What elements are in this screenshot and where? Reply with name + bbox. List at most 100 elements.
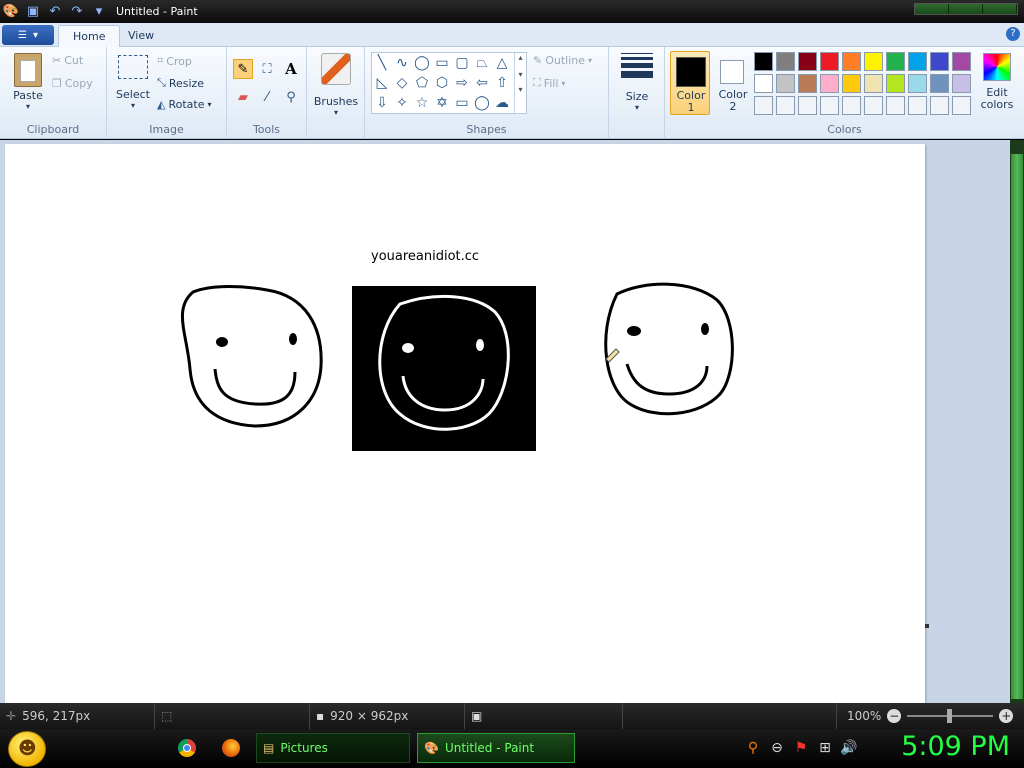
color-swatch[interactable] [886,96,905,115]
network-icon[interactable]: ⊞ [816,739,834,757]
color-swatch[interactable] [754,96,773,115]
rectangle-shape-icon[interactable]: ▭ [432,54,452,72]
help-icon[interactable]: ? [1006,27,1020,41]
shapes-gallery-scroll[interactable]: ▴ ▾ ▾ [514,53,526,113]
save-icon[interactable]: ▣ [24,3,42,21]
drawing-canvas[interactable]: youareanidiot.cc [5,144,925,703]
triangle-shape-icon[interactable]: △ [492,54,512,72]
polygon-shape-icon[interactable]: ⏢ [472,54,492,72]
magnifier-icon[interactable]: ⚲ [281,87,301,107]
color-swatch[interactable] [864,74,883,93]
redo-icon[interactable]: ↷ [68,3,86,21]
color-swatch[interactable] [952,74,971,93]
curve-shape-icon[interactable]: ∿ [392,54,412,72]
right-triangle-shape-icon[interactable]: ◺ [372,74,392,92]
paste-button[interactable]: Paste ▾ [8,53,48,111]
color-swatch[interactable] [908,74,927,93]
chrome-icon[interactable] [178,739,196,757]
taskbar-pictures-button[interactable]: ▤ Pictures [256,733,410,763]
color-swatch[interactable] [798,74,817,93]
vertical-scrollbar-thumb[interactable] [1011,154,1023,699]
zoom-slider[interactable] [907,709,994,723]
size-button[interactable]: Size ▾ [617,53,657,112]
select-button[interactable]: Select ▾ [113,55,153,110]
color-swatch[interactable] [776,96,795,115]
color-swatch[interactable] [798,96,817,115]
cloud-callout-shape-icon[interactable]: ☁ [492,94,512,112]
customize-dropdown-icon[interactable]: ▾ [90,3,108,21]
color-swatch[interactable] [754,52,773,71]
rounded-rectangle-shape-icon[interactable]: ▢ [452,54,472,72]
color-swatch[interactable] [908,52,927,71]
color-swatch[interactable] [842,52,861,71]
tab-view[interactable]: View [114,25,168,47]
close-button[interactable] [983,4,1017,14]
oval-callout-shape-icon[interactable]: ◯ [472,94,492,112]
oval-shape-icon[interactable]: ◯ [412,54,432,72]
color-swatch[interactable] [952,96,971,115]
color-swatch[interactable] [776,74,795,93]
copy-button[interactable]: ❐ Copy [52,77,93,90]
diamond-shape-icon[interactable]: ◇ [392,74,412,92]
search-icon[interactable]: ⚲ [744,739,762,757]
line-shape-icon[interactable]: ╲ [372,54,392,72]
tab-home[interactable]: Home [58,25,121,47]
color-swatch[interactable] [930,74,949,93]
fill-bucket-icon[interactable]: ⛶ [257,59,277,79]
color-swatch[interactable] [952,52,971,71]
color2-button[interactable]: Color 2 [713,51,753,115]
color-swatch[interactable] [820,52,839,71]
undo-icon[interactable]: ↶ [46,3,64,21]
fill-button[interactable]: ⛶ Fill ▾ [533,76,565,90]
color-swatch[interactable] [820,74,839,93]
start-button[interactable]: ☻ [8,731,46,767]
color-swatch[interactable] [842,74,861,93]
resize-button[interactable]: ⤡ Resize [157,76,204,90]
color-swatch[interactable] [908,96,927,115]
canvas-resize-handle[interactable] [925,624,929,628]
paint-app-icon[interactable]: 🎨 [2,3,20,21]
color-swatch[interactable] [842,96,861,115]
rect-callout-shape-icon[interactable]: ▭ [452,94,472,112]
edit-colors-button[interactable]: Edit colors [975,53,1019,115]
outline-button[interactable]: ✎ Outline ▾ [533,54,592,67]
down-arrow-shape-icon[interactable]: ⇩ [372,94,392,112]
crop-button[interactable]: ⌗ Crop [157,54,192,68]
color-swatch[interactable] [820,96,839,115]
six-point-star-shape-icon[interactable]: ✡ [432,94,452,112]
action-center-flag-icon[interactable]: ⚑ [792,739,810,757]
color-swatch[interactable] [886,52,905,71]
zoom-out-icon[interactable]: − [887,709,902,723]
five-point-star-shape-icon[interactable]: ☆ [412,94,432,112]
vertical-scrollbar[interactable] [1010,140,1024,703]
left-arrow-shape-icon[interactable]: ⇦ [472,74,492,92]
paint-menu-button[interactable]: ☰ ▾ [2,25,54,45]
taskbar-paint-button[interactable]: 🎨 Untitled - Paint [417,733,575,763]
maximize-button[interactable] [949,4,983,14]
four-point-star-shape-icon[interactable]: ✧ [392,94,412,112]
volume-icon[interactable]: 🔊 [840,739,858,757]
color-swatch[interactable] [930,96,949,115]
color1-button[interactable]: Color 1 [670,51,710,115]
taskbar-clock[interactable]: 5:09 PM [901,731,1010,762]
color-swatch[interactable] [886,74,905,93]
color-picker-icon[interactable]: ⁄ [257,87,277,107]
color-swatch[interactable] [930,52,949,71]
brushes-button[interactable]: Brushes ▾ [314,53,358,117]
minus-circle-icon[interactable]: ⊖ [768,739,786,757]
text-icon[interactable]: A [281,59,301,79]
eraser-icon[interactable]: ▰ [233,87,253,107]
pencil-icon[interactable]: ✎ [233,59,253,79]
color-swatch[interactable] [798,52,817,71]
right-arrow-shape-icon[interactable]: ⇨ [452,74,472,92]
zoom-slider-thumb[interactable] [947,709,953,723]
hexagon-shape-icon[interactable]: ⬡ [432,74,452,92]
up-arrow-shape-icon[interactable]: ⇧ [492,74,512,92]
color-swatch[interactable] [864,52,883,71]
minimize-button[interactable] [915,4,949,14]
color-swatch[interactable] [754,74,773,93]
color-swatch[interactable] [776,52,795,71]
color-swatch[interactable] [864,96,883,115]
cut-button[interactable]: ✂ Cut [52,54,83,67]
firefox-icon[interactable] [222,739,240,757]
